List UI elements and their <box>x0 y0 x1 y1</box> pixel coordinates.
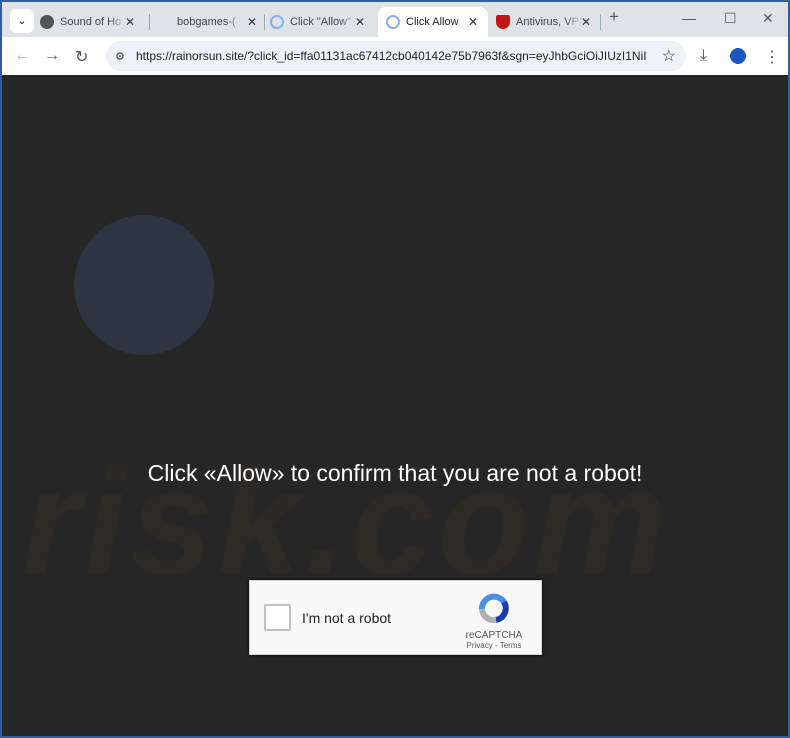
recaptcha-brand: reCAPTCHA <box>465 630 523 641</box>
globe-icon <box>40 15 54 29</box>
address-bar[interactable]: ⚙ https://rainorsun.site/?click_id=ffa01… <box>106 41 686 71</box>
close-tab-icon[interactable]: ✕ <box>247 15 257 29</box>
headline: Click «Allow» to confirm that you are no… <box>147 460 643 486</box>
forward-button[interactable]: → <box>44 47 60 65</box>
mcafee-shield-icon <box>496 15 510 29</box>
recaptcha-widget: I'm not a robot reCAPTCHA Privacy - Term… <box>249 580 542 655</box>
watermark-logo <box>74 215 214 355</box>
close-tab-icon[interactable]: ✕ <box>581 15 591 29</box>
tab-3[interactable]: Click "Allow" ✕ <box>270 7 375 37</box>
recaptcha-label: I'm not a robot <box>302 610 392 626</box>
maximize-button[interactable]: ☐ <box>724 10 737 27</box>
reload-button[interactable]: ↻ <box>75 47 88 67</box>
tab-search-button[interactable]: ⌄ <box>10 9 34 33</box>
tab-5[interactable]: Antivirus, VPN ✕ <box>496 7 601 37</box>
tab-4-active[interactable]: Click Allow ✕ <box>378 7 488 37</box>
browser-window: ⌄ Sound of Ho ✕ bobgames-(✕ Click "Allow"… <box>2 2 788 736</box>
tab-2[interactable]: bobgames-(✕ <box>157 7 267 37</box>
site-info-icon[interactable]: ⚙ <box>115 50 125 63</box>
new-tab-button[interactable]: + <box>609 7 619 27</box>
tab-1[interactable]: Sound of Ho ✕ <box>40 7 145 37</box>
menu-icon[interactable]: ⋮ <box>764 47 780 67</box>
toolbar: ← → ↻ ⚙ https://rainorsun.site/?click_id… <box>2 37 788 75</box>
close-tab-icon[interactable]: ✕ <box>125 15 135 29</box>
bell-icon <box>270 15 284 29</box>
page-content: risk.com Click «Allow» to confirm that y… <box>2 75 788 736</box>
recaptcha-logo-icon <box>479 593 509 624</box>
recaptcha-links[interactable]: Privacy - Terms <box>459 641 529 650</box>
profile-avatar[interactable] <box>730 48 746 64</box>
download-icon[interactable]: ⤓ <box>700 47 707 65</box>
close-tab-icon[interactable]: ✕ <box>468 15 478 29</box>
recaptcha-checkbox[interactable] <box>264 604 291 631</box>
close-tab-icon[interactable]: ✕ <box>355 15 365 29</box>
close-window-button[interactable]: ✕ <box>762 10 774 27</box>
bell-icon <box>386 15 400 29</box>
bookmark-star-icon[interactable]: ☆ <box>662 46 676 66</box>
tab-bar: ⌄ Sound of Ho ✕ bobgames-(✕ Click "Allow"… <box>2 2 788 37</box>
back-button[interactable]: ← <box>14 47 30 65</box>
minimize-button[interactable]: — <box>682 10 696 26</box>
